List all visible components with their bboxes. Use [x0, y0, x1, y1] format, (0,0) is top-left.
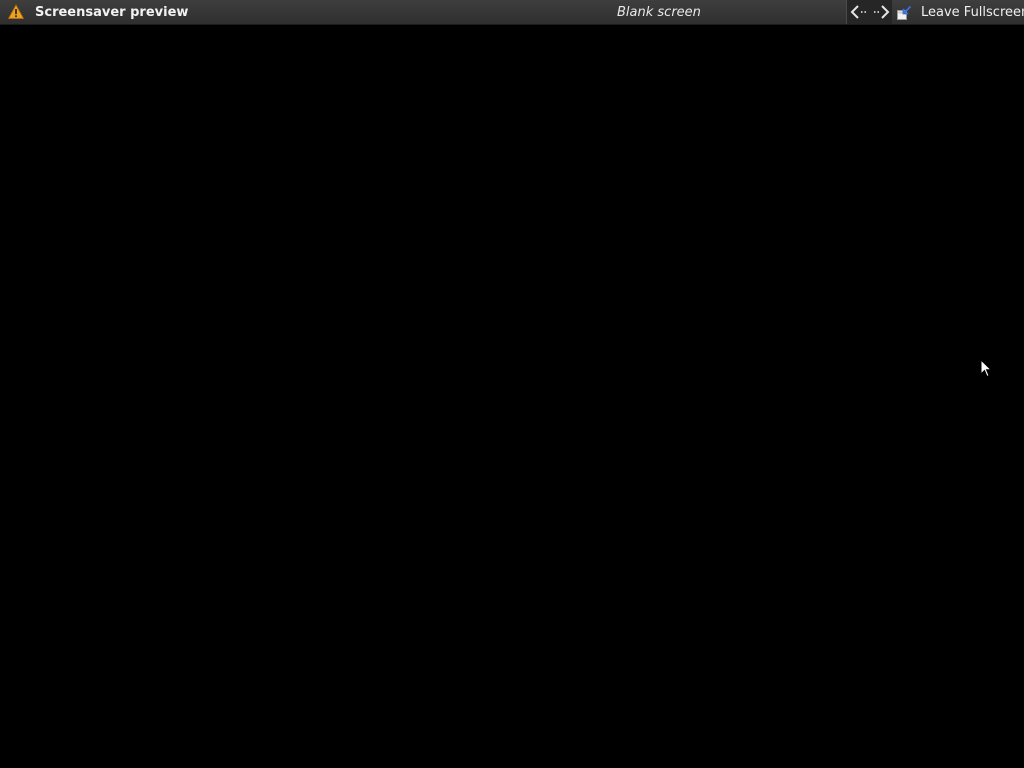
leave-fullscreen-icon	[896, 5, 912, 21]
leave-fullscreen-button[interactable]: Leave Fullscreen	[893, 0, 1024, 24]
window-title: Screensaver preview	[35, 5, 189, 20]
arrow-right-icon	[874, 5, 890, 19]
screensaver-preview-window: Screensaver preview Blank screen Leave F…	[0, 0, 1024, 768]
mouse-cursor-icon	[980, 358, 993, 378]
title-bar: Screensaver preview Blank screen Leave F…	[0, 0, 1024, 25]
screensaver-preview-area	[0, 25, 1024, 768]
arrow-left-icon	[850, 5, 866, 19]
previous-screensaver-button[interactable]	[849, 3, 869, 21]
screensaver-name: Blank screen	[617, 5, 701, 20]
leave-fullscreen-label: Leave Fullscreen	[921, 5, 1024, 20]
next-screensaver-button[interactable]	[871, 3, 891, 21]
warning-icon	[7, 4, 25, 20]
navigation-buttons	[846, 0, 892, 24]
